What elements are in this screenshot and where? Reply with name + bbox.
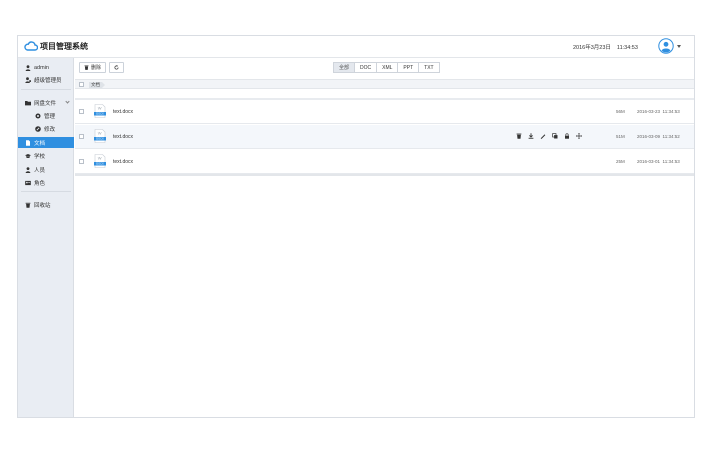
- file-modified: 2016-03-01 11:34:53: [637, 159, 680, 164]
- sidebar-item-edit[interactable]: 修改: [18, 123, 74, 134]
- file-type-filter: 全部 DOC XML PPT TXT: [333, 62, 440, 73]
- sidebar-item-label: 人员: [34, 167, 46, 174]
- main-content: 删除 全部 DOC XML PPT TXT 文档 W DOCX text.doc…: [75, 58, 694, 417]
- trash-icon: [25, 202, 31, 208]
- sidebar-divider: [21, 191, 71, 192]
- chevron-down-icon[interactable]: [65, 99, 70, 104]
- sidebar-item-cloud-files[interactable]: 网盘文件: [18, 97, 74, 108]
- sidebar-item-people[interactable]: 人员: [18, 164, 74, 175]
- person-icon: [25, 166, 31, 173]
- pencil-icon[interactable]: [540, 133, 546, 139]
- delete-button-label: 删除: [91, 65, 102, 71]
- breadcrumb-bar: 文档: [75, 79, 694, 89]
- user-shield-icon: [25, 76, 31, 83]
- sidebar-item-roles[interactable]: 角色: [18, 177, 74, 188]
- file-size: 51M: [616, 134, 625, 139]
- sidebar-user-role-label: 超级管理员: [34, 77, 62, 84]
- svg-text:DOCX: DOCX: [96, 137, 104, 141]
- table-row[interactable]: W DOCX text.docx 56M 2016-03-23 11:34:53: [75, 100, 694, 124]
- row-actions: [516, 133, 588, 139]
- sidebar-item-label: 学校: [34, 153, 46, 160]
- refresh-button[interactable]: [109, 62, 125, 73]
- toolbar: 删除: [79, 62, 125, 73]
- file-name[interactable]: text.docx: [113, 109, 133, 115]
- word-file-icon: W DOCX: [94, 129, 106, 143]
- tab-xml[interactable]: XML: [377, 62, 399, 73]
- sidebar-user-role[interactable]: 超级管理员: [18, 74, 74, 85]
- user-icon: [25, 64, 31, 71]
- sidebar-item-recycle-bin[interactable]: 回收站: [18, 199, 74, 210]
- delete-button[interactable]: 删除: [79, 62, 107, 73]
- file-modified: 2016-03-23 11:34:53: [637, 109, 680, 114]
- tab-all[interactable]: 全部: [333, 62, 356, 73]
- tab-doc[interactable]: DOC: [355, 62, 378, 73]
- cloud-icon: [24, 41, 38, 51]
- svg-text:DOCX: DOCX: [96, 162, 104, 166]
- file-name[interactable]: text.docx: [113, 134, 133, 140]
- row-checkbox[interactable]: [79, 109, 84, 114]
- app-logo: 项目管理系统: [24, 40, 88, 52]
- trash-icon: [84, 65, 89, 70]
- graduation-cap-icon: [25, 153, 31, 159]
- id-card-icon: [25, 180, 31, 186]
- refresh-icon: [114, 65, 119, 70]
- move-icon[interactable]: [576, 133, 582, 139]
- list-bottom-divider: [75, 174, 694, 176]
- sidebar-item-label: 修改: [44, 126, 56, 133]
- sidebar-item-label: 回收站: [34, 202, 51, 209]
- breadcrumb[interactable]: 文档: [89, 82, 105, 88]
- sidebar-item-documents[interactable]: 文档: [18, 137, 74, 148]
- sidebar-item-manage[interactable]: 管理: [18, 110, 74, 121]
- avatar-icon[interactable]: [658, 38, 674, 54]
- current-date: 2016年3月23日: [573, 45, 611, 51]
- edit-circle-icon: [35, 125, 41, 132]
- file-modified: 2016-03-09 11:34:52: [637, 134, 680, 139]
- current-datetime: 2016年3月23日 11:34:53: [573, 43, 638, 51]
- svg-text:W: W: [98, 106, 102, 111]
- download-icon[interactable]: [528, 133, 534, 139]
- copy-icon[interactable]: [552, 133, 558, 139]
- select-all-checkbox[interactable]: [79, 82, 84, 87]
- top-header: 项目管理系统 2016年3月23日 11:34:53: [18, 36, 694, 58]
- document-icon: [25, 139, 31, 146]
- app-window: 项目管理系统 2016年3月23日 11:34:53 admin 超级管理员 网…: [17, 35, 695, 418]
- svg-text:W: W: [98, 156, 102, 161]
- sidebar: admin 超级管理员 网盘文件 管理 修改 文档 学校 人员 角色 回收站: [18, 58, 74, 417]
- word-file-icon: W DOCX: [94, 154, 106, 168]
- app-title: 项目管理系统: [40, 41, 88, 51]
- svg-text:W: W: [98, 131, 102, 136]
- sidebar-user-admin[interactable]: admin: [18, 62, 74, 73]
- sidebar-divider: [21, 89, 71, 90]
- sidebar-item-label: 管理: [44, 113, 56, 120]
- tab-txt[interactable]: TXT: [419, 62, 440, 73]
- gear-icon: [35, 113, 41, 119]
- trash-icon[interactable]: [516, 133, 522, 139]
- file-size: 25M: [616, 159, 625, 164]
- lock-icon[interactable]: [564, 133, 570, 139]
- current-time: 11:34:53: [616, 45, 638, 51]
- word-file-icon: W DOCX: [94, 104, 106, 118]
- folder-icon: [25, 100, 31, 106]
- svg-text:DOCX: DOCX: [96, 112, 104, 116]
- sidebar-item-label: 角色: [34, 180, 46, 187]
- sidebar-item-label: 网盘文件: [34, 100, 57, 107]
- sidebar-user-name: admin: [34, 64, 49, 71]
- row-checkbox[interactable]: [79, 159, 84, 164]
- table-row[interactable]: W DOCX text.docx 51M 2016-03-09 11:34:52: [75, 125, 694, 149]
- row-checkbox[interactable]: [79, 134, 84, 139]
- sidebar-item-label: 文档: [34, 140, 46, 147]
- file-size: 56M: [616, 109, 625, 114]
- tab-ppt[interactable]: PPT: [398, 62, 420, 73]
- table-row[interactable]: W DOCX text.docx 25M 2016-03-01 11:34:53: [75, 150, 694, 174]
- sidebar-item-school[interactable]: 学校: [18, 150, 74, 161]
- user-menu-chevron-down-icon[interactable]: [677, 45, 681, 48]
- file-name[interactable]: text.docx: [113, 159, 133, 165]
